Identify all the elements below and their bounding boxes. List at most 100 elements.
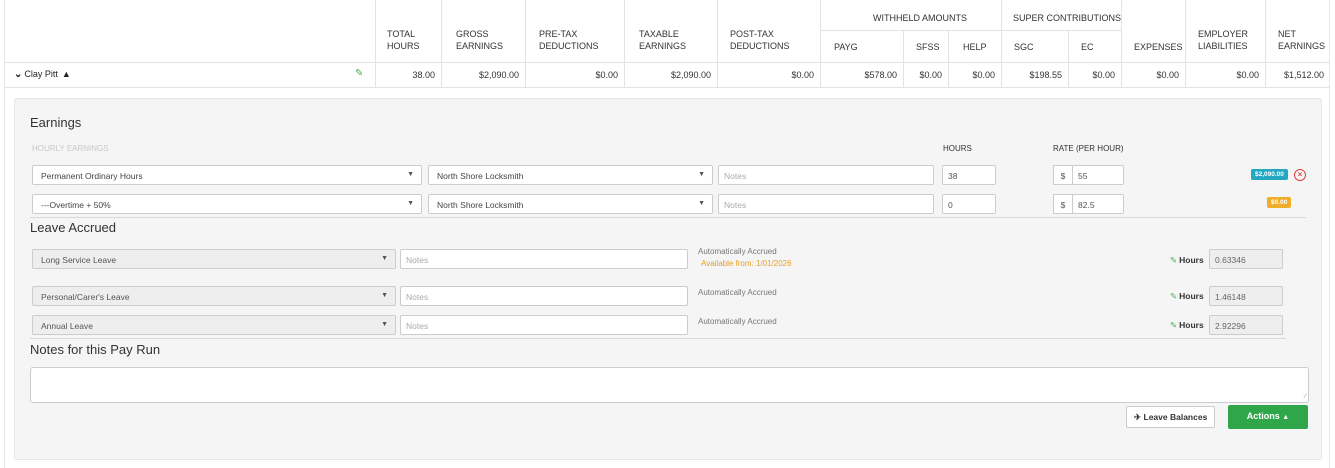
location-select[interactable]: North Shore Locksmith ▼ [428,165,713,185]
leave-hours-label[interactable]: ✎ Hours [1170,255,1204,266]
cell-help: $0.00 [948,63,1001,87]
leave-balances-button[interactable]: ✈ Leave Balances [1126,406,1216,428]
caret-down-icon: ▼ [381,255,388,262]
leave-notes-input[interactable]: Notes [400,249,688,269]
col-payg: PAYG [834,42,858,52]
plane-icon: ✈ [1134,412,1142,422]
earning-notes-input[interactable]: Notes [718,194,934,214]
value-ec: $0.00 [1092,70,1115,80]
value-help: $0.00 [972,70,995,80]
col-total-hours-l1: TOTAL [387,29,416,39]
super-group-label: SUPER CONTRIBUTIONS [1013,13,1122,23]
col-employer-l2: LIABILITIES [1198,41,1248,51]
cell-pretax: $0.00 [525,63,624,87]
earning-notes-input[interactable]: Notes [718,165,934,185]
value-sgc: $198.55 [1029,70,1062,80]
earnings-title: Earnings [30,115,82,130]
earning-amount-badge: $2,090.00 [1251,169,1288,180]
cell-net: $1,512.00 [1265,63,1330,87]
value-expenses: $0.00 [1156,70,1179,80]
leave-type-select[interactable]: Annual Leave ▼ [32,315,396,335]
remove-circle-icon[interactable]: × [1294,169,1306,181]
caret-down-icon: ▼ [381,292,388,299]
leave-hours-input[interactable]: 1.46148 [1209,286,1283,306]
value-total-hours: 38.00 [412,70,435,80]
col-help: HELP [948,30,1001,62]
cell-ec: $0.00 [1068,63,1121,87]
hourly-earnings-subheading: HOURLY EARNINGS [32,144,109,153]
resize-grip-icon[interactable]: ∕ [1305,393,1306,400]
leave-status-text: Automatically Accrued [698,247,777,256]
leave-type-value: Annual Leave [41,321,93,331]
leave-hours-input[interactable]: 2.92296 [1209,315,1283,335]
col-sfss: SFSS [903,30,948,62]
leave-hours-label-text: Hours [1179,255,1204,265]
pay-run-notes-textarea[interactable]: ∕ [30,367,1309,403]
actions-button[interactable]: Actions ▲ [1228,405,1308,429]
rate-input[interactable]: 82.5 [1072,194,1124,214]
leave-status-text: Automatically Accrued [698,317,777,326]
value-posttax: $0.00 [791,70,814,80]
leave-notes-input[interactable]: Notes [400,315,688,335]
col-taxable: TAXABLE EARNINGS [624,0,717,62]
leave-type-value: Long Service Leave [41,255,117,265]
cell-sfss: $0.00 [903,63,948,87]
col-net-l2: EARNINGS [1278,41,1326,51]
value-sfss: $0.00 [919,70,942,80]
warning-icon: ▲ [61,69,71,79]
location-value: North Shore Locksmith [437,200,524,210]
withheld-group-label: WITHHELD AMOUNTS [873,13,968,23]
col-total-hours: TOTAL HOURS [375,0,440,62]
employee-name[interactable]: Clay Pitt [24,69,58,79]
hours-input[interactable]: 0 [942,194,996,214]
col-net: NET EARNINGS [1265,0,1330,62]
col-sfss-label: SFSS [916,42,940,52]
value-employer-liab: $0.00 [1236,70,1259,80]
col-ec: EC [1068,30,1121,62]
cell-posttax: $0.00 [717,63,820,87]
cell-expenses: $0.00 [1121,63,1185,87]
col-expenses-label: EXPENSES [1134,42,1183,52]
cell-payg: $578.00 [820,63,903,87]
caret-down-icon: ▼ [407,200,414,207]
leave-balances-label: Leave Balances [1143,412,1208,422]
employee-row-border [4,87,1330,88]
col-posttax: POST-TAX DEDUCTIONS [717,0,820,62]
employee-row[interactable]: ⌄ Clay Pitt ▲ ✎ 38.00 $2,090.00 $0.00 $2,0… [4,63,1330,87]
cell-taxable: $2,090.00 [624,63,717,87]
cell-total-hours: 38.00 [375,63,441,87]
col-net-l1: NET [1278,29,1296,39]
leave-hours-label-text: Hours [1179,291,1204,301]
leave-notes-input[interactable]: Notes [400,286,688,306]
chevron-down-icon[interactable]: ⌄ [14,69,22,80]
col-pretax-l1: PRE-TAX [539,29,578,39]
leave-hours-label[interactable]: ✎ Hours [1170,320,1204,331]
employee-name-cell[interactable]: ⌄ Clay Pitt ▲ [14,69,71,80]
leave-type-select[interactable]: Long Service Leave ▼ [32,249,396,269]
col-gross-l2: EARNINGS [456,41,504,51]
pay-category-select[interactable]: ---Overtime + 50% ▼ [32,194,422,214]
col-expenses: EXPENSES [1121,0,1185,62]
value-net: $1,512.00 [1283,70,1324,80]
pencil-icon: ✎ [1170,255,1178,265]
cell-sgc: $198.55 [1001,63,1068,87]
col-total-hours-l2: HOURS [387,41,420,51]
leave-status-text: Automatically Accrued [698,288,777,297]
withheld-divider [820,30,1001,31]
value-payg: $578.00 [864,70,897,80]
value-pretax: $0.00 [595,70,618,80]
pay-run-header: TOTAL HOURS GROSS EARNINGS PRE-TAX DEDUCTIO… [0,0,1335,62]
pay-category-value: ---Overtime + 50% [41,200,111,210]
location-value: North Shore Locksmith [437,171,524,181]
leave-type-select[interactable]: Personal/Carer's Leave ▼ [32,286,396,306]
hours-input[interactable]: 38 [942,165,996,185]
pay-category-select[interactable]: Permanent Ordinary Hours ▼ [32,165,422,185]
caret-down-icon: ▼ [407,171,414,178]
leave-hours-label[interactable]: ✎ Hours [1170,291,1204,302]
value-taxable: $2,090.00 [670,70,711,80]
location-select[interactable]: North Shore Locksmith ▼ [428,194,713,214]
leave-hours-input[interactable]: 0.63346 [1209,249,1283,269]
rate-input[interactable]: 55 [1072,165,1124,185]
pencil-icon[interactable]: ✎ [355,68,363,79]
hours-column-header: HOURS [943,144,972,153]
